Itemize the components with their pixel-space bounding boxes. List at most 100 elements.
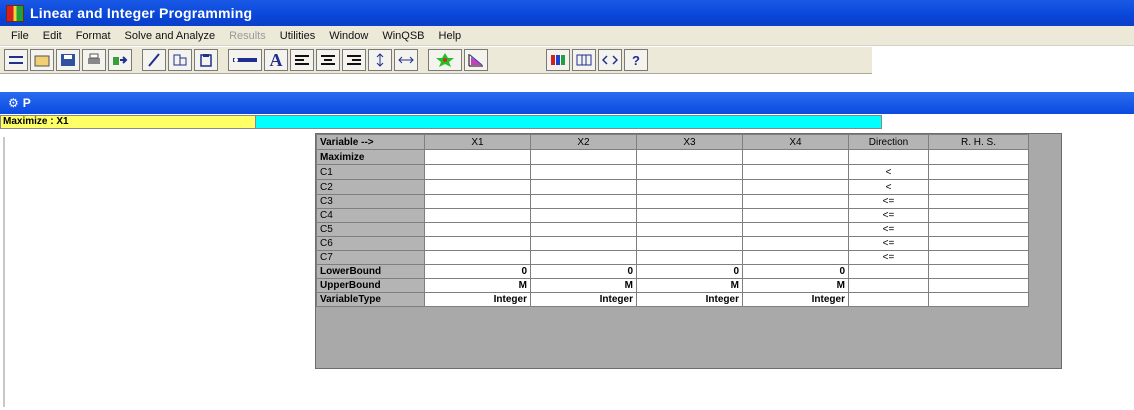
variable-type-cell[interactable]: Integer — [636, 292, 743, 307]
table-cell[interactable] — [636, 222, 743, 237]
table-cell[interactable] — [530, 236, 637, 251]
copy-icon[interactable] — [108, 49, 132, 71]
upper-bound-cell[interactable]: M — [742, 278, 849, 293]
direction-cell[interactable]: < — [848, 179, 929, 195]
menu-results[interactable]: Results — [222, 30, 273, 42]
variable-type-cell[interactable]: Integer — [424, 292, 531, 307]
table-cell[interactable] — [636, 236, 743, 251]
variable-type-cell[interactable]: Integer — [530, 292, 637, 307]
table-cell[interactable] — [742, 164, 849, 180]
open-icon[interactable] — [30, 49, 54, 71]
letter-a-icon[interactable]: A — [264, 49, 288, 71]
table-cell[interactable] — [742, 194, 849, 209]
title-bar[interactable]: Linear and Integer Programming — [0, 0, 1134, 26]
direction-cell[interactable]: <= — [848, 222, 929, 237]
empty-cell — [848, 278, 929, 293]
lower-bound-cell[interactable]: 0 — [530, 264, 637, 279]
menu-utilities[interactable]: Utilities — [273, 30, 322, 42]
direction-cell[interactable] — [848, 149, 929, 165]
table-row: C4 <= — [316, 208, 1029, 223]
color-icon[interactable] — [546, 49, 570, 71]
align-left-icon[interactable] — [290, 49, 314, 71]
table-cell[interactable] — [742, 179, 849, 195]
table-cell[interactable] — [636, 250, 743, 265]
lower-bound-cell[interactable]: 0 — [636, 264, 743, 279]
graph-icon[interactable] — [464, 49, 488, 71]
menu-format[interactable]: Format — [69, 30, 118, 42]
table-cell[interactable] — [742, 149, 849, 165]
menu-solve-and-analyze[interactable]: Solve and Analyze — [118, 30, 223, 42]
variable-type-row: VariableType Integer Integer Integer Int… — [316, 292, 1029, 307]
table-cell[interactable] — [742, 222, 849, 237]
table-cell[interactable] — [530, 179, 637, 195]
table-cell[interactable] — [530, 250, 637, 265]
save-icon[interactable] — [56, 49, 80, 71]
table-cell[interactable] — [530, 149, 637, 165]
lower-bound-row: LowerBound 0 0 0 0 — [316, 264, 1029, 279]
table-cell[interactable] — [530, 222, 637, 237]
menu-file[interactable]: File — [4, 30, 36, 42]
print-icon[interactable] — [82, 49, 106, 71]
table-cell[interactable] — [424, 194, 531, 209]
lower-bound-cell[interactable]: 0 — [424, 264, 531, 279]
direction-cell[interactable]: <= — [848, 236, 929, 251]
help-icon[interactable]: ? — [624, 49, 648, 71]
cell-edit-field[interactable] — [256, 115, 882, 129]
upper-bound-cell[interactable]: M — [424, 278, 531, 293]
direction-cell[interactable]: < — [848, 164, 929, 180]
edit-icon[interactable] — [142, 49, 166, 71]
rhs-cell[interactable] — [928, 208, 1029, 223]
direction-cell[interactable]: <= — [848, 250, 929, 265]
table-cell[interactable] — [742, 236, 849, 251]
empty-cell — [848, 264, 929, 279]
table-cell[interactable] — [424, 250, 531, 265]
child-window-title-bar[interactable]: ⚙ P — [0, 92, 1134, 114]
rhs-cell[interactable] — [928, 179, 1029, 195]
rhs-cell[interactable] — [928, 222, 1029, 237]
table-cell[interactable] — [530, 208, 637, 223]
table-cell[interactable] — [636, 164, 743, 180]
table-cell[interactable] — [742, 250, 849, 265]
table-cell[interactable] — [424, 236, 531, 251]
upper-bound-cell[interactable]: M — [530, 278, 637, 293]
table-cell[interactable] — [424, 222, 531, 237]
rhs-cell[interactable] — [928, 164, 1029, 180]
table-cell[interactable] — [530, 194, 637, 209]
header-x3: X3 — [636, 134, 743, 150]
row-height-icon[interactable] — [368, 49, 392, 71]
new-icon[interactable] — [4, 49, 28, 71]
table-cell[interactable] — [424, 149, 531, 165]
rhs-cell[interactable] — [928, 194, 1029, 209]
direction-cell[interactable]: <= — [848, 208, 929, 223]
rhs-cell[interactable] — [928, 149, 1029, 165]
dual-icon[interactable] — [598, 49, 622, 71]
table-cell[interactable] — [636, 208, 743, 223]
table-cell[interactable] — [636, 194, 743, 209]
direction-cell[interactable]: <= — [848, 194, 929, 209]
lower-bound-cell[interactable]: 0 — [742, 264, 849, 279]
menu-edit[interactable]: Edit — [36, 30, 69, 42]
row-label: C7 — [316, 250, 425, 265]
solve-icon[interactable] — [428, 49, 462, 71]
table-cell[interactable] — [424, 208, 531, 223]
paste-icon[interactable] — [194, 49, 218, 71]
variable-type-cell[interactable]: Integer — [742, 292, 849, 307]
rhs-cell[interactable] — [928, 236, 1029, 251]
font-icon[interactable] — [228, 49, 262, 71]
column-width-icon[interactable] — [394, 49, 418, 71]
grid-icon[interactable] — [572, 49, 596, 71]
align-center-icon[interactable] — [316, 49, 340, 71]
menu-winqsb[interactable]: WinQSB — [375, 30, 431, 42]
align-right-icon[interactable] — [342, 49, 366, 71]
menu-help[interactable]: Help — [432, 30, 469, 42]
table-cell[interactable] — [636, 179, 743, 195]
table-cell[interactable] — [424, 164, 531, 180]
table-cell[interactable] — [530, 164, 637, 180]
rhs-cell[interactable] — [928, 250, 1029, 265]
upper-bound-cell[interactable]: M — [636, 278, 743, 293]
menu-window[interactable]: Window — [322, 30, 375, 42]
table-cell[interactable] — [424, 179, 531, 195]
table-cell[interactable] — [742, 208, 849, 223]
table-cell[interactable] — [636, 149, 743, 165]
cut-icon[interactable] — [168, 49, 192, 71]
